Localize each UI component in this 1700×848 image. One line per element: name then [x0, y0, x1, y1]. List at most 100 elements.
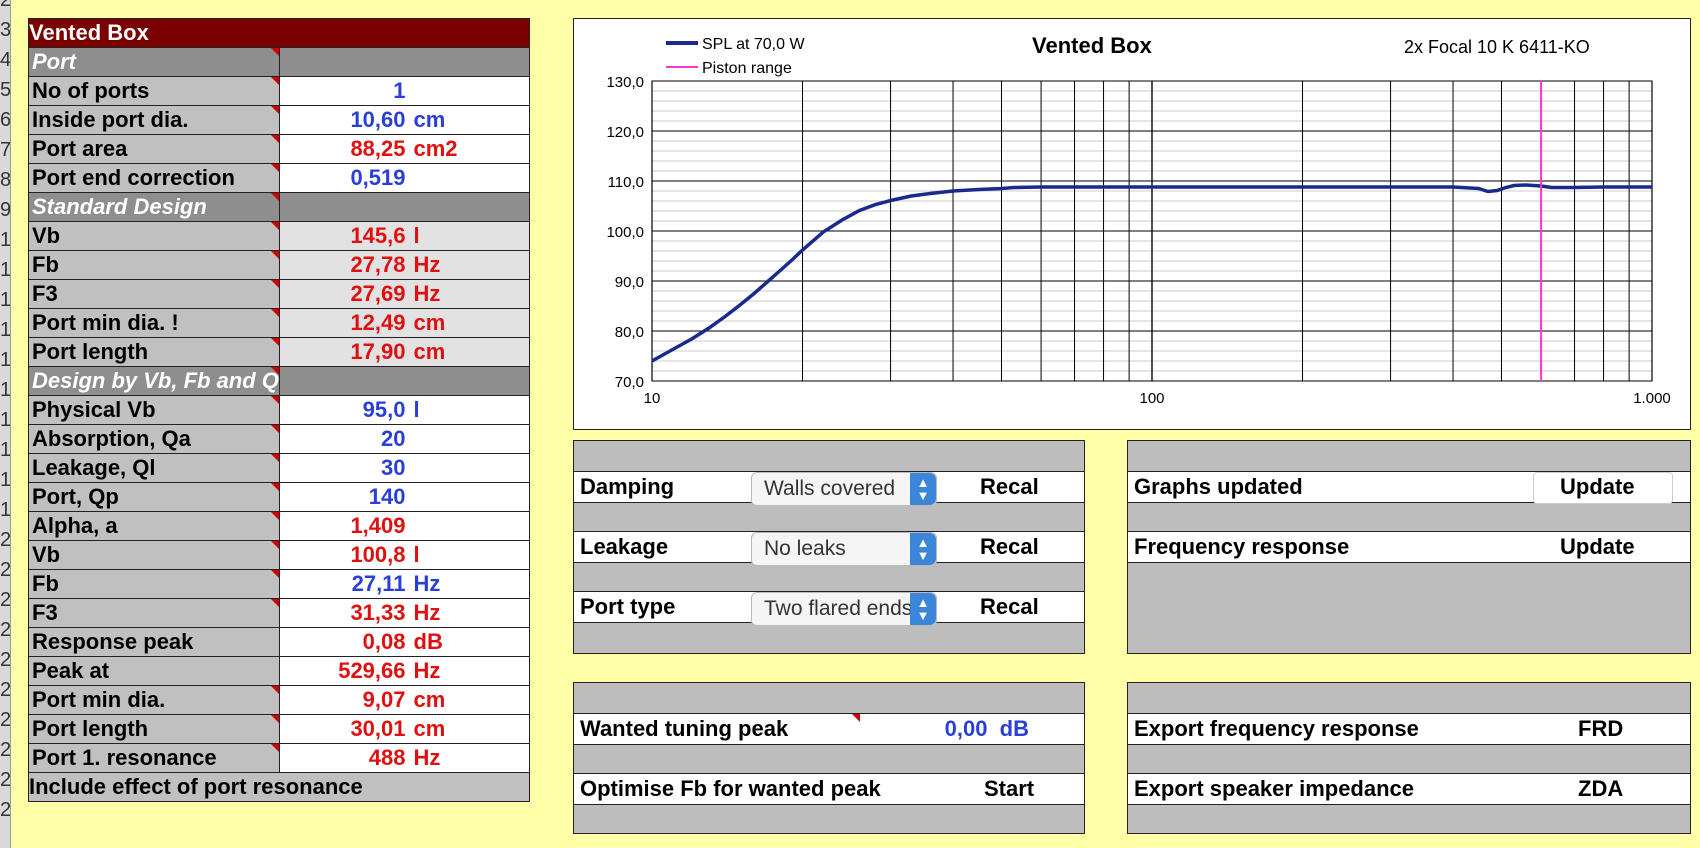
row-number: 6	[0, 110, 10, 130]
value-port-end-correction[interactable]: 0,519	[278, 163, 530, 193]
value-std-fb[interactable]: 27,78 Hz	[278, 250, 530, 280]
include-port-resonance[interactable]: Include effect of port resonance	[28, 772, 530, 802]
frequency-response-row: Frequency response Update	[1128, 531, 1690, 563]
label-inside-port-dia: Inside port dia.	[28, 105, 280, 135]
label-vb: Vb	[28, 540, 280, 570]
row-number: 8	[0, 170, 10, 190]
label-response-peak: Response peak	[28, 627, 280, 657]
wanted-tuning-value[interactable]: 0,00 dB	[859, 716, 1029, 742]
row-number: 5	[0, 80, 10, 100]
label-port-end-correction: Port end correction	[28, 163, 280, 193]
leakage-select[interactable]: No leaks ▲ ▼	[751, 532, 937, 566]
port-type-row: Port type Two flared ends ▲ ▼ Recal	[574, 591, 1084, 626]
label-absorption-qa: Absorption, Qa	[28, 424, 280, 454]
section-standard-design: Standard Design	[28, 192, 280, 222]
export-panel: Export frequency response FRD Export spe…	[1127, 682, 1691, 834]
tuning-panel: Wanted tuning peak 0,00 dB Optimise Fb f…	[573, 682, 1085, 834]
value-std-vb[interactable]: 145,6 l	[278, 221, 530, 251]
graphs-updated-row: Graphs updated Update	[1128, 471, 1690, 504]
row-number: 25	[0, 680, 10, 700]
port-type-recal-button[interactable]: Recal	[980, 594, 1039, 620]
row-number: 14	[0, 350, 10, 370]
label-std-vb: Vb	[28, 221, 280, 251]
chart-subtitle: 2x Focal 10 K 6411-KO	[1404, 37, 1590, 57]
port-type-select[interactable]: Two flared ends ▲ ▼	[751, 592, 937, 626]
chart-grid	[651, 80, 1653, 382]
export-frequency-label: Export frequency response	[1134, 716, 1419, 741]
value-port-area[interactable]: 88,25 cm2	[278, 134, 530, 164]
chevron-updown-icon: ▲ ▼	[910, 473, 936, 505]
row-number: 23	[0, 620, 10, 640]
value-std-f3[interactable]: 27,69 Hz	[278, 279, 530, 309]
graphs-updated-label: Graphs updated	[1134, 474, 1303, 499]
value-physical-vb[interactable]: 95,0 l	[278, 395, 530, 425]
label-port-1-resonance: Port 1. resonance	[28, 743, 280, 773]
value-inside-port-dia[interactable]: 10,60 cm	[278, 105, 530, 135]
row-number: 28	[0, 770, 10, 790]
label-port-length: Port length	[28, 714, 280, 744]
row-number: 13	[0, 320, 10, 340]
value-alpha[interactable]: 1,409	[278, 511, 530, 541]
value-leakage-ql[interactable]: 30	[278, 453, 530, 483]
row-number: 17	[0, 440, 10, 460]
export-zda-button[interactable]: ZDA	[1578, 776, 1623, 802]
damping-recal-button[interactable]: Recal	[980, 474, 1039, 500]
x-tick-label: 1.000	[1633, 390, 1671, 407]
label-std-port-min-dia: Port min dia. !	[28, 308, 280, 338]
row-number: 16	[0, 410, 10, 430]
y-tick-label: 90,0	[615, 274, 644, 291]
value-port-qp[interactable]: 140	[278, 482, 530, 512]
chevron-updown-icon: ▲ ▼	[910, 593, 936, 625]
x-tick-label: 10	[644, 390, 661, 407]
label-port-min-dia: Port min dia.	[28, 685, 280, 715]
value-vb[interactable]: 100,8 l	[278, 540, 530, 570]
row-number: 3	[0, 20, 10, 40]
frequency-update-button[interactable]: Update	[1560, 534, 1635, 560]
label-physical-vb: Physical Vb	[28, 395, 280, 425]
y-tick-label: 120,0	[606, 124, 644, 141]
legend-piston-label: Piston range	[702, 60, 792, 77]
value-f3[interactable]: 31,33 Hz	[278, 598, 530, 628]
value-peak-at[interactable]: 529,66 Hz	[278, 656, 530, 686]
leakage-recal-button[interactable]: Recal	[980, 534, 1039, 560]
damping-select[interactable]: Walls covered ▲ ▼	[751, 472, 937, 506]
section-design-by-vb: Design by Vb, Fb and Q	[28, 366, 280, 396]
leakage-row: Leakage No leaks ▲ ▼ Recal	[574, 531, 1084, 566]
row-number: 27	[0, 740, 10, 760]
row-number: 29	[0, 800, 10, 820]
value-response-peak[interactable]: 0,08 dB	[278, 627, 530, 657]
y-tick-label: 110,0	[608, 174, 644, 191]
export-frd-button[interactable]: FRD	[1578, 716, 1623, 742]
label-f3: F3	[28, 598, 280, 628]
value-port-1-resonance[interactable]: 488 Hz	[278, 743, 530, 773]
export-impedance-label: Export speaker impedance	[1134, 776, 1415, 801]
row-header: 2345678910111213141516171819202122232425…	[0, 0, 11, 848]
row-number: 7	[0, 140, 10, 160]
export-impedance-row: Export speaker impedance ZDA	[1128, 773, 1690, 805]
value-std-port-length[interactable]: 17,90 cm	[278, 337, 530, 367]
damping-label: Damping	[580, 474, 675, 499]
leakage-label: Leakage	[580, 534, 669, 559]
wanted-tuning-row: Wanted tuning peak 0,00 dB	[574, 713, 1084, 745]
value-fb[interactable]: 27,11 Hz	[278, 569, 530, 599]
label-leakage-ql: Leakage, Ql	[28, 453, 280, 483]
optimise-start-button[interactable]: Start	[984, 776, 1034, 802]
value-absorption-qa[interactable]: 20	[278, 424, 530, 454]
update-panel: Graphs updated Update Frequency response…	[1127, 440, 1691, 654]
x-tick-label: 100	[1139, 390, 1164, 407]
damping-row: Damping Walls covered ▲ ▼ Recal	[574, 471, 1084, 506]
label-alpha: Alpha, a	[28, 511, 280, 541]
graphs-update-button[interactable]: Update	[1560, 474, 1635, 500]
label-port-qp: Port, Qp	[28, 482, 280, 512]
value-port-length[interactable]: 30,01 cm	[278, 714, 530, 744]
row-number: 22	[0, 590, 10, 610]
section-port: Port	[28, 47, 280, 77]
value-port-min-dia[interactable]: 9,07 cm	[278, 685, 530, 715]
value-std-port-min-dia[interactable]: 12,49 cm	[278, 308, 530, 338]
chevron-updown-icon: ▲ ▼	[910, 533, 936, 565]
label-port-area: Port area	[28, 134, 280, 164]
label-no-of-ports: No of ports	[28, 76, 280, 106]
value-no-of-ports[interactable]: 1	[278, 76, 530, 106]
port-type-label: Port type	[580, 594, 676, 619]
chart-title: Vented Box	[1032, 33, 1153, 58]
